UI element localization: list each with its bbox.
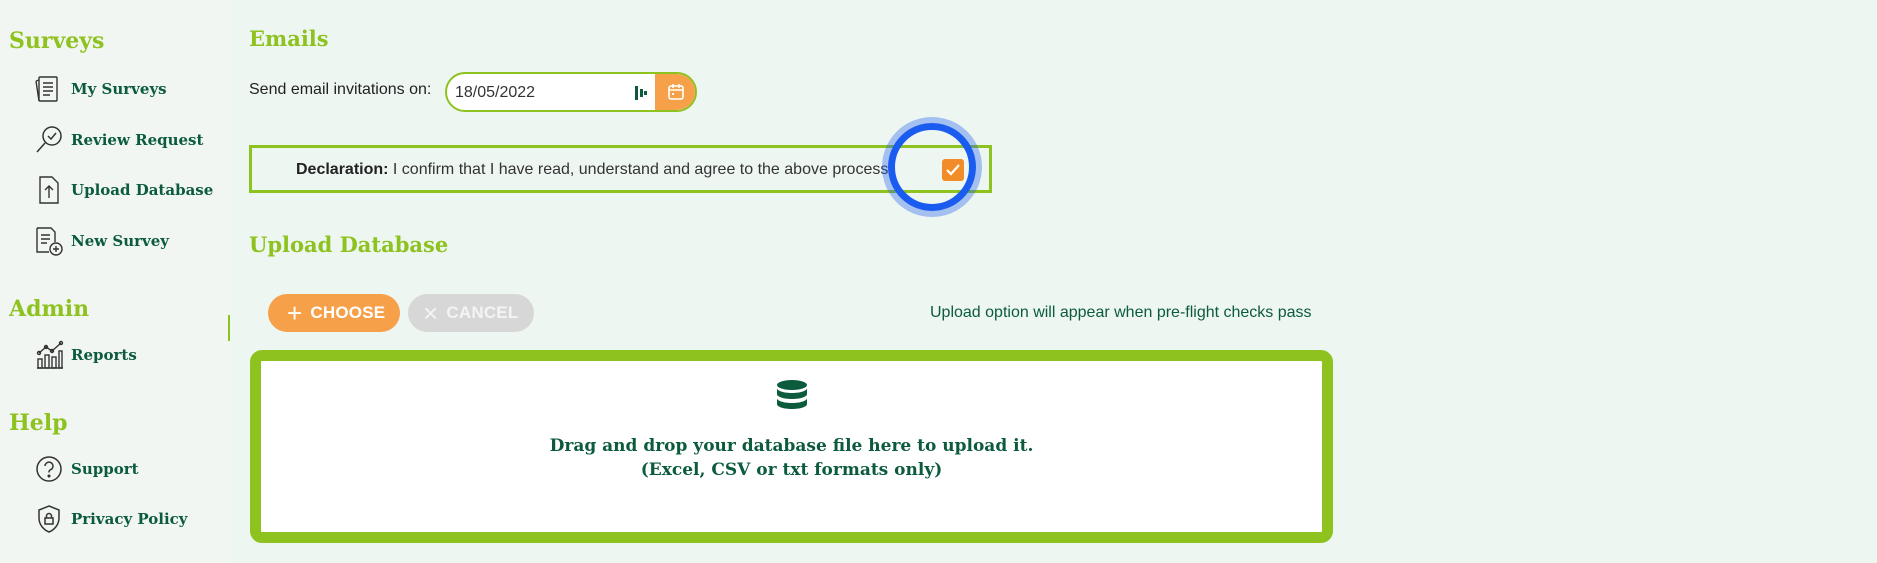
file-dropzone[interactable]: Drag and drop your database file here to…: [250, 350, 1333, 543]
send-invitations-label: Send email invitations on:: [249, 81, 432, 98]
dropzone-formats: (Excel, CSV or txt formats only): [640, 460, 943, 480]
sidebar-item-new-survey[interactable]: New Survey: [32, 223, 169, 259]
sidebar-item-label: Privacy Policy: [71, 510, 188, 528]
upload-database-title: Upload Database: [249, 232, 449, 257]
cancel-button[interactable]: × CANCEL: [408, 294, 534, 332]
choose-button[interactable]: + CHOOSE: [268, 294, 400, 332]
sidebar-item-review-request[interactable]: Review Request: [32, 122, 203, 158]
section-title-admin: Admin: [9, 296, 90, 322]
sidebar-item-support[interactable]: Support: [32, 451, 139, 487]
dropzone-instruction: Drag and drop your database file here to…: [549, 436, 1034, 456]
declaration-text: Declaration: I confirm that I have read,…: [296, 161, 893, 179]
review-request-icon: [32, 123, 66, 157]
choose-button-label: CHOOSE: [310, 303, 386, 322]
sidebar-item-label: Support: [71, 460, 139, 478]
declaration-body: I confirm that I have read, understand a…: [388, 161, 893, 178]
declaration-box: Declaration: I confirm that I have read,…: [249, 145, 992, 193]
sidebar-item-privacy-policy[interactable]: Privacy Policy: [32, 501, 188, 537]
sidebar-item-my-surveys[interactable]: My Surveys: [32, 71, 167, 107]
sidebar-item-label: New Survey: [71, 232, 170, 250]
support-icon: [32, 452, 66, 486]
database-icon: [775, 379, 809, 420]
declaration-bold-label: Declaration:: [296, 161, 389, 178]
emails-title: Emails: [249, 26, 329, 51]
sidebar-item-label: Reports: [71, 346, 137, 364]
invitation-date-value[interactable]: 18/05/2022: [455, 84, 535, 102]
input-extension-icon[interactable]: [634, 85, 648, 101]
focus-highlight-ring: [888, 123, 976, 211]
sidebar-item-label: Upload Database: [71, 181, 214, 199]
my-surveys-icon: [32, 72, 66, 106]
sidebar-item-upload-database[interactable]: Upload Database: [32, 172, 213, 208]
sidebar-item-label: My Surveys: [71, 80, 167, 98]
calendar-icon[interactable]: [655, 74, 695, 110]
sidebar-item-label: Review Request: [71, 131, 204, 149]
sidebar: Surveys My Surveys Review Request Upload…: [0, 0, 232, 563]
main-content: Emails Send email invitations on: 18/05/…: [230, 0, 1877, 563]
upload-status-note: Upload option will appear when pre-fligh…: [930, 304, 1312, 321]
invitation-date-field[interactable]: 18/05/2022: [445, 72, 697, 112]
privacy-policy-icon: [32, 502, 66, 536]
plus-icon: +: [287, 298, 303, 328]
upload-database-icon: [32, 173, 66, 207]
section-title-surveys: Surveys: [9, 28, 105, 54]
cancel-button-label: CANCEL: [446, 303, 519, 322]
section-title-help: Help: [9, 410, 68, 436]
sidebar-item-reports[interactable]: Reports: [32, 337, 137, 373]
new-survey-icon: [32, 224, 66, 258]
close-icon: ×: [423, 298, 439, 328]
reports-icon: [32, 338, 66, 372]
